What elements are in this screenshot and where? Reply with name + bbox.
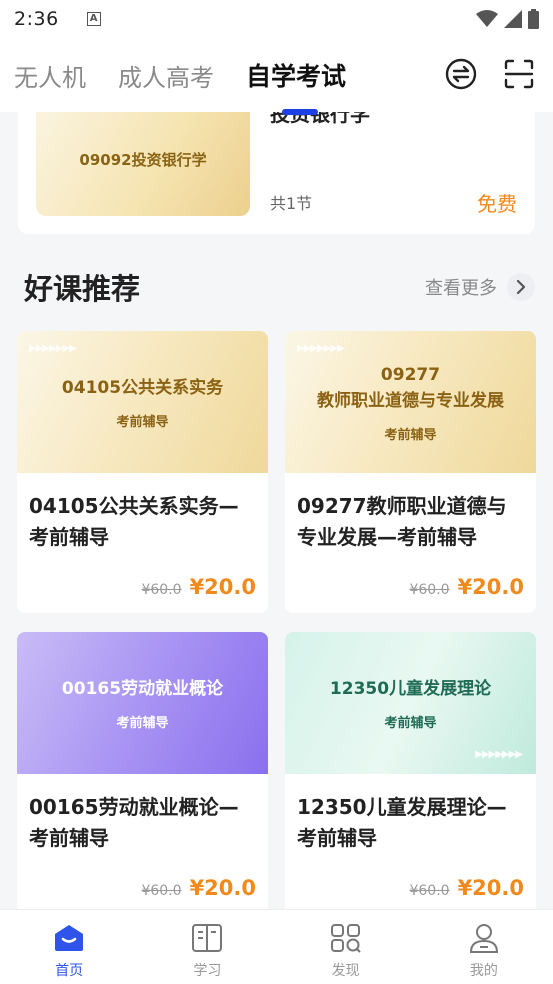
bottom-nav-label: 我的 bbox=[469, 963, 498, 979]
bottom-nav-label: 学习 bbox=[193, 963, 222, 979]
thumbnail-text: 09092投资银行学 bbox=[79, 150, 207, 169]
sale-price: ¥20.0 bbox=[189, 876, 256, 900]
course-thumbnail: ▶▶▶▶▶▶▶ 09277 教师职业道德与专业发展 考前辅导 bbox=[285, 331, 536, 473]
sale-price: ¥20.0 bbox=[457, 876, 524, 900]
original-price: ¥60.0 bbox=[141, 883, 182, 899]
thumbnail-title: 12350儿童发展理论 bbox=[329, 678, 492, 699]
course-title: 12350儿童发展理论—考前辅导 bbox=[297, 795, 507, 850]
course-thumbnail: ▶▶▶▶▶▶▶ 12350儿童发展理论 考前辅导 bbox=[285, 632, 536, 774]
bottom-nav-home[interactable]: 首页 bbox=[0, 910, 138, 984]
wifi-icon bbox=[476, 10, 498, 27]
bottom-nav-profile[interactable]: 我的 bbox=[415, 910, 553, 984]
chevron-right-icon[interactable] bbox=[507, 273, 535, 301]
discover-icon bbox=[328, 920, 364, 956]
thumbnail-subtitle: 考前辅导 bbox=[116, 414, 169, 430]
signal-icon bbox=[504, 10, 522, 28]
original-price: ¥60.0 bbox=[409, 883, 450, 899]
original-price: ¥60.0 bbox=[409, 582, 450, 598]
course-card[interactable]: ▶▶▶▶▶▶▶ 09277 教师职业道德与专业发展 考前辅导 09277教师职业… bbox=[285, 331, 536, 613]
status-icons bbox=[476, 9, 539, 29]
bottom-nav-label: 首页 bbox=[55, 963, 84, 979]
tab-self-study-exam[interactable]: 自学考试 bbox=[246, 57, 346, 115]
section-header: 好课推荐 查看更多 bbox=[18, 262, 535, 312]
book-icon bbox=[189, 920, 225, 956]
course-thumbnail: ▶▶▶▶▶▶▶ 04105公共关系实务 考前辅导 bbox=[17, 331, 268, 473]
course-title: 04105公共关系实务—考前辅导 bbox=[29, 494, 239, 549]
course-title: 09277教师职业道德与专业发展—考前辅导 bbox=[297, 494, 507, 549]
sale-price: ¥20.0 bbox=[457, 575, 524, 599]
course-card[interactable]: ▶▶▶▶▶▶▶ 12350儿童发展理论 考前辅导 12350儿童发展理论—考前辅… bbox=[285, 632, 536, 914]
arrows-decoration-icon: ▶▶▶▶▶▶▶ bbox=[475, 749, 523, 760]
arrows-decoration-icon: ▶▶▶▶▶▶▶ bbox=[297, 343, 345, 354]
course-price: ¥60.0 ¥20.0 bbox=[141, 575, 256, 599]
top-nav: 无人机 成人高考 自学考试 bbox=[0, 38, 553, 115]
thumbnail-subtitle: 考前辅导 bbox=[384, 715, 437, 731]
thumbnail-subtitle: 考前辅导 bbox=[384, 427, 437, 443]
course-price: ¥60.0 ¥20.0 bbox=[409, 575, 524, 599]
status-time: 2:36 bbox=[14, 8, 59, 30]
status-bar: 2:36 A bbox=[0, 0, 553, 38]
battery-icon bbox=[528, 9, 539, 29]
thumbnail-code: 09277 bbox=[380, 364, 441, 385]
section-title: 好课推荐 bbox=[24, 272, 141, 306]
course-thumbnail: 09092投资银行学 bbox=[36, 112, 250, 216]
see-more-label: 查看更多 bbox=[425, 278, 497, 299]
thumbnail-title: 04105公共关系实务 bbox=[61, 377, 224, 398]
exchange-icon[interactable] bbox=[445, 58, 477, 90]
thumbnail-title: 00165劳动就业概论 bbox=[61, 678, 224, 699]
original-price: ¥60.0 bbox=[141, 582, 182, 598]
bottom-nav: 首页 学习 发现 我的 bbox=[0, 909, 553, 984]
tab-drone[interactable]: 无人机 bbox=[14, 58, 86, 93]
thumbnail-subtitle: 考前辅导 bbox=[116, 715, 169, 731]
bottom-nav-label: 发现 bbox=[331, 963, 360, 979]
course-title: 00165劳动就业概论—考前辅导 bbox=[29, 795, 239, 850]
course-thumbnail: 00165劳动就业概论 考前辅导 bbox=[17, 632, 268, 774]
scan-icon[interactable] bbox=[503, 58, 535, 90]
bottom-nav-study[interactable]: 学习 bbox=[138, 910, 276, 984]
lesson-count: 共1节 bbox=[270, 194, 313, 213]
notification-a-icon: A bbox=[86, 12, 101, 26]
tab-adult-exam[interactable]: 成人高考 bbox=[118, 58, 214, 93]
arrows-decoration-icon: ▶▶▶▶▶▶▶ bbox=[29, 343, 77, 354]
bottom-nav-discover[interactable]: 发现 bbox=[277, 910, 415, 984]
sale-price: ¥20.0 bbox=[189, 575, 256, 599]
course-price: ¥60.0 ¥20.0 bbox=[409, 876, 524, 900]
see-more-link[interactable]: 查看更多 bbox=[425, 273, 535, 301]
price-free: 免费 bbox=[477, 192, 517, 216]
home-icon bbox=[51, 920, 87, 956]
thumbnail-title: 教师职业道德与专业发展 bbox=[317, 390, 504, 411]
course-price: ¥60.0 ¥20.0 bbox=[141, 876, 256, 900]
previous-course-card[interactable]: 09092投资银行学 投资银行学 共1节 免费 bbox=[18, 112, 535, 234]
profile-icon bbox=[466, 920, 502, 956]
course-card[interactable]: 00165劳动就业概论 考前辅导 00165劳动就业概论—考前辅导 ¥60.0 … bbox=[17, 632, 268, 914]
course-card[interactable]: ▶▶▶▶▶▶▶ 04105公共关系实务 考前辅导 04105公共关系实务—考前辅… bbox=[17, 331, 268, 613]
